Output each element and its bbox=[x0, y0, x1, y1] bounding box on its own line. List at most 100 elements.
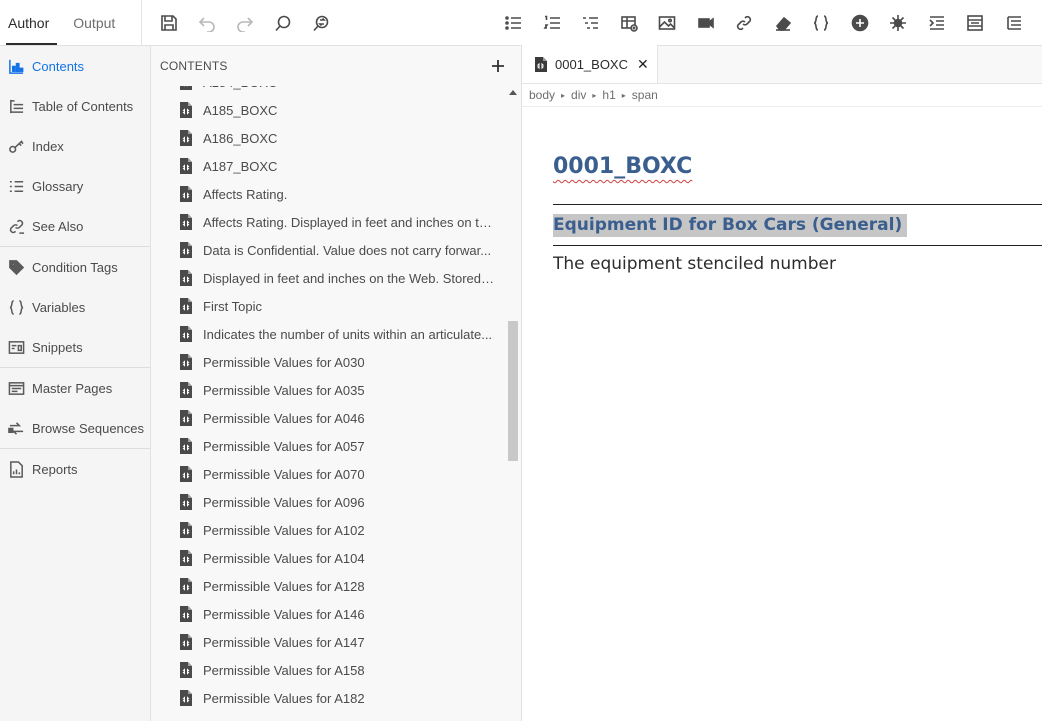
contents-item-label: Permissible Values for A046 bbox=[203, 410, 365, 426]
indent-button[interactable] bbox=[918, 0, 957, 46]
contents-item[interactable]: Permissible Values for A182 bbox=[151, 684, 503, 712]
contents-panel: CONTENTS A184_BOXC A185_BOXC A186_BOXC A187… bbox=[151, 46, 522, 721]
nav-item-browse-sequences[interactable]: Browse Sequences bbox=[0, 408, 150, 448]
toc-icon bbox=[1006, 16, 1021, 30]
contents-scrollbar[interactable] bbox=[506, 86, 520, 721]
contents-item[interactable]: Permissible Values for A104 bbox=[151, 544, 503, 572]
contents-item[interactable]: Permissible Values for A128 bbox=[151, 572, 503, 600]
nav-item-index[interactable]: Index bbox=[0, 126, 150, 166]
contents-item[interactable]: A185_BOXC bbox=[151, 96, 503, 124]
find-replace-button[interactable] bbox=[302, 0, 340, 46]
add-circle-button[interactable] bbox=[841, 0, 880, 46]
snippet-star-button[interactable] bbox=[879, 0, 918, 46]
contents-item[interactable]: Affects Rating. bbox=[151, 180, 503, 208]
nav-item-snippets[interactable]: Snippets bbox=[0, 327, 150, 367]
contents-item-label: Permissible Values for A070 bbox=[203, 466, 365, 482]
contents-item[interactable]: Indicates the number of units within an … bbox=[151, 320, 503, 348]
insert-video-button[interactable] bbox=[687, 0, 726, 46]
contents-item[interactable]: Permissible Values for A070 bbox=[151, 460, 503, 488]
contents-item[interactable]: Data is Confidential. Value does not car… bbox=[151, 236, 503, 264]
breadcrumb-item-span[interactable]: span bbox=[632, 88, 658, 102]
topic-file-icon bbox=[180, 410, 192, 426]
contents-item[interactable]: Permissible Values for A102 bbox=[151, 516, 503, 544]
scroll-thumb[interactable] bbox=[508, 321, 518, 461]
topic-file-icon bbox=[180, 438, 192, 454]
body-paragraph[interactable]: The equipment stenciled number bbox=[553, 254, 1042, 274]
mode-tab-author[interactable]: Author bbox=[0, 0, 58, 45]
subheading-row: Equipment ID for Box Cars (General) bbox=[553, 204, 1042, 246]
contents-item-label: Indicates the number of units within an … bbox=[203, 326, 493, 342]
search-button[interactable] bbox=[264, 0, 302, 46]
selected-subheading[interactable]: Equipment ID for Box Cars (General) bbox=[553, 213, 908, 237]
contents-item[interactable]: Permissible Values for A030 bbox=[151, 348, 503, 376]
contents-item[interactable]: Permissible Values for A146 bbox=[151, 600, 503, 628]
insert-table-button[interactable] bbox=[610, 0, 649, 46]
contents-item[interactable]: Permissible Values for A147 bbox=[151, 628, 503, 656]
header-footer-button[interactable] bbox=[956, 0, 995, 46]
scroll-up-arrow-icon[interactable] bbox=[509, 90, 517, 95]
contents-item[interactable]: Permissible Values for A158 bbox=[151, 656, 503, 684]
link-cut-button[interactable] bbox=[1033, 0, 1042, 46]
nav-item-label: Index bbox=[32, 138, 64, 154]
insert-image-button[interactable] bbox=[648, 0, 687, 46]
close-tab-icon[interactable]: ✕ bbox=[637, 56, 649, 73]
topic-file-icon bbox=[180, 690, 192, 706]
topic-file-icon bbox=[180, 242, 192, 258]
save-icon bbox=[161, 14, 177, 31]
nav-item-label: Condition Tags bbox=[32, 259, 118, 275]
variable-braces-button[interactable] bbox=[802, 0, 841, 46]
nav-item-master-pages[interactable]: Master Pages bbox=[0, 368, 150, 408]
contents-item[interactable]: Displayed in feet and inches on the Web.… bbox=[151, 264, 503, 292]
contents-item[interactable]: A184_BOXC bbox=[151, 86, 503, 96]
nav-icon-wrap bbox=[6, 137, 26, 155]
topic-file-icon bbox=[180, 606, 192, 622]
topic-file-icon bbox=[535, 56, 547, 72]
nav-item-variables[interactable]: Variables bbox=[0, 287, 150, 327]
breadcrumb-item-div[interactable]: div bbox=[571, 88, 586, 102]
contents-item-label: Permissible Values for A035 bbox=[203, 382, 365, 398]
contents-item[interactable]: Permissible Values for A035 bbox=[151, 376, 503, 404]
mode-tab-output[interactable]: Output bbox=[65, 0, 123, 45]
bulleted-list-button[interactable] bbox=[494, 0, 533, 46]
nav-item-see-also[interactable]: See Also bbox=[0, 206, 150, 246]
contents-item[interactable]: First Topic bbox=[151, 292, 503, 320]
contents-item[interactable]: A187_BOXC bbox=[151, 152, 503, 180]
redo-button[interactable] bbox=[226, 0, 264, 46]
snippet-star-icon bbox=[890, 15, 907, 31]
breadcrumb-separator-icon: ▸ bbox=[561, 90, 566, 100]
contents-item[interactable]: A186_BOXC bbox=[151, 124, 503, 152]
save-button[interactable] bbox=[150, 0, 188, 46]
breadcrumb-item-body[interactable]: body bbox=[529, 88, 555, 102]
top-toolbar: Author Output bbox=[0, 0, 1042, 46]
document-body[interactable]: 0001_BOXC Equipment ID for Box Cars (Gen… bbox=[553, 154, 1042, 274]
add-topic-button[interactable] bbox=[489, 57, 507, 75]
contents-item-label: Permissible Values for A102 bbox=[203, 522, 365, 538]
nav-item-reports[interactable]: Reports bbox=[0, 449, 150, 489]
nav-item-condition-tags[interactable]: Condition Tags bbox=[0, 247, 150, 287]
topic-file-icon bbox=[180, 270, 192, 286]
topic-heading[interactable]: 0001_BOXC bbox=[553, 154, 1042, 179]
master-page-icon bbox=[8, 381, 24, 395]
contents-item-label: Data is Confidential. Value does not car… bbox=[203, 242, 492, 258]
nav-icon-wrap bbox=[6, 298, 26, 316]
eraser-button[interactable] bbox=[764, 0, 803, 46]
insert-link-button[interactable] bbox=[725, 0, 764, 46]
toc-button[interactable] bbox=[995, 0, 1034, 46]
contents-item[interactable]: Permissible Values for A057 bbox=[151, 432, 503, 460]
topic-file-icon bbox=[180, 214, 192, 230]
contents-item[interactable]: Permissible Values for A096 bbox=[151, 488, 503, 516]
nav-item-glossary[interactable]: Glossary bbox=[0, 166, 150, 206]
breadcrumb-item-h1[interactable]: h1 bbox=[602, 88, 615, 102]
contents-item[interactable]: Permissible Values for A046 bbox=[151, 404, 503, 432]
contents-item-label: Permissible Values for A096 bbox=[203, 494, 365, 510]
header-footer-icon bbox=[967, 15, 984, 31]
nav-item-table-of-contents[interactable]: Table of Contents bbox=[0, 86, 150, 126]
eraser-icon bbox=[775, 16, 791, 31]
contents-item[interactable]: Affects Rating. Displayed in feet and in… bbox=[151, 208, 503, 236]
nav-item-label: Variables bbox=[32, 299, 86, 315]
document-tab[interactable]: 0001_BOXC ✕ bbox=[522, 45, 658, 83]
multilevel-list-button[interactable] bbox=[571, 0, 610, 46]
numbered-list-button[interactable] bbox=[533, 0, 572, 46]
undo-button[interactable] bbox=[188, 0, 226, 46]
nav-item-contents[interactable]: Contents bbox=[0, 46, 150, 86]
